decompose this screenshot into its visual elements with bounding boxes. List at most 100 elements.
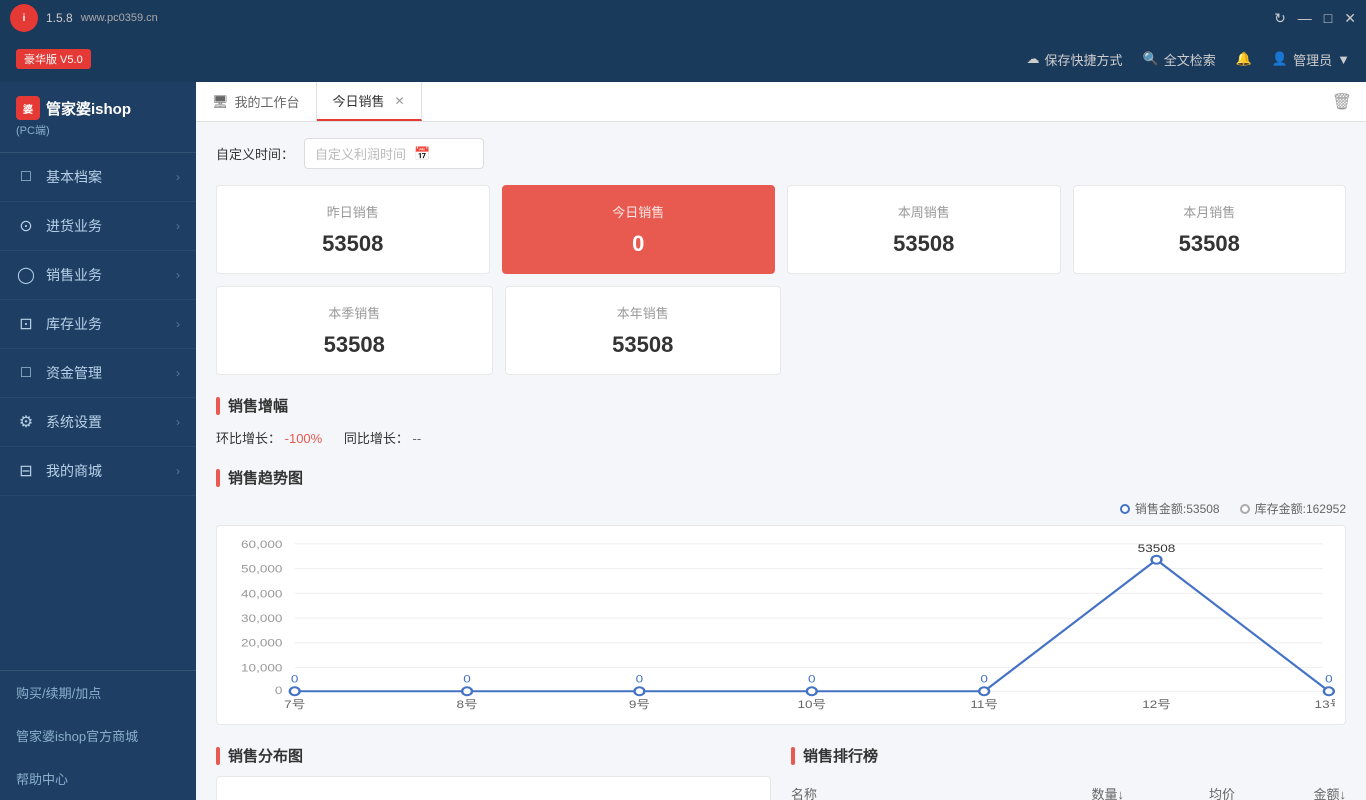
cloud-icon: ☁ <box>1027 51 1040 67</box>
svg-text:0: 0 <box>808 673 816 685</box>
stat-card-today[interactable]: 今日销售 0 <box>502 185 776 274</box>
svg-text:10,000: 10,000 <box>241 662 283 674</box>
chevron-right-icon: › <box>176 464 180 478</box>
svg-text:0: 0 <box>1325 673 1333 685</box>
mom-value: -100% <box>285 431 323 446</box>
stat-card-year[interactable]: 本年销售 53508 <box>505 286 782 375</box>
ranking-section: 销售排行榜 名称 数量↓ 均价 金额↓ <box>791 745 1346 800</box>
legend-inventory: 库存金额:162952 <box>1240 500 1346 517</box>
brand-icon: 婆 <box>16 96 40 120</box>
chevron-right-icon: › <box>176 219 180 233</box>
growth-text: 环比增长： -100% 同比增长： -- <box>216 428 1346 447</box>
app-version: 1.5.8 <box>46 11 73 25</box>
finance-icon: □ <box>16 364 36 382</box>
sidebar-item-import[interactable]: ⊙ 进货业务 › <box>0 202 196 251</box>
legend-sales: 销售金额:53508 <box>1120 500 1220 517</box>
tab-bar: 🖥 我的工作台 今日销售 ✕ 🗑 <box>196 82 1366 122</box>
svg-text:12号: 12号 <box>1142 698 1171 710</box>
user-menu[interactable]: 👤 管理员 ▼ <box>1272 50 1350 69</box>
svg-text:0: 0 <box>636 673 644 685</box>
notification-button[interactable]: 🔔 <box>1236 51 1252 67</box>
svg-text:30,000: 30,000 <box>241 612 283 624</box>
section-bar-icon <box>791 747 795 765</box>
chart-section: 销售趋势图 销售金额:53508 库存金额:162952 60,00 <box>216 467 1346 725</box>
monitor-icon: 🖥 <box>212 94 229 110</box>
svg-text:0: 0 <box>291 673 299 685</box>
svg-text:8号: 8号 <box>457 698 478 710</box>
chevron-right-icon: › <box>176 268 180 282</box>
trend-chart: 60,000 50,000 40,000 30,000 20,000 10,00… <box>216 525 1346 725</box>
import-icon: ⊙ <box>16 216 36 236</box>
sidebar-item-basic[interactable]: □ 基本档案 › <box>0 153 196 202</box>
stats-row2: 本季销售 53508 本年销售 53508 <box>216 286 1346 375</box>
header-bar: 豪华版 V5.0 ☁ 保存快捷方式 🔍 全文检索 🔔 👤 管理员 ▼ <box>0 36 1366 82</box>
section-bar-icon <box>216 469 220 487</box>
sidebar-item-inventory[interactable]: ⊡ 库存业务 › <box>0 300 196 349</box>
minimize-button[interactable]: — <box>1298 10 1312 27</box>
shop-icon: ⊟ <box>16 461 36 481</box>
dist-title: 销售分布图 <box>216 745 771 766</box>
chevron-right-icon: › <box>176 317 180 331</box>
chart-svg: 60,000 50,000 40,000 30,000 20,000 10,00… <box>227 536 1335 714</box>
fulltext-search-button[interactable]: 🔍 全文检索 <box>1143 50 1216 69</box>
sidebar-bottom: 购买/续期/加点 管家婆ishop官方商城 帮助中心 <box>0 670 196 800</box>
tab-workspace[interactable]: 🖥 我的工作台 <box>196 82 317 121</box>
chevron-down-icon: ▼ <box>1337 52 1350 67</box>
stat-card-week[interactable]: 本周销售 53508 <box>787 185 1061 274</box>
content-area: 🖥 我的工作台 今日销售 ✕ 🗑 自定义时间： 自定义利润时间 📅 <box>196 82 1366 800</box>
stats-grid: 昨日销售 53508 今日销售 0 本周销售 53508 本月销售 53508 <box>216 185 1346 274</box>
stat-card-month[interactable]: 本月销售 53508 <box>1073 185 1347 274</box>
inventory-icon: ⊡ <box>16 314 36 334</box>
sidebar-item-shop[interactable]: ⊟ 我的商城 › <box>0 447 196 496</box>
svg-text:11号: 11号 <box>970 698 998 710</box>
page-content: 自定义时间： 自定义利润时间 📅 昨日销售 53508 今日销售 0 本周销售 <box>196 122 1366 800</box>
bottom-grid: 销售分布图 销售排行榜 名称 数量↓ 均价 金额↓ <box>216 745 1346 800</box>
version-badge: 豪华版 V5.0 <box>16 49 91 69</box>
tab-today-sales[interactable]: 今日销售 ✕ <box>317 82 422 121</box>
dist-chart-placeholder <box>216 776 771 800</box>
svg-text:50,000: 50,000 <box>241 563 283 575</box>
sidebar-brand: 婆 管家婆ishop (PC端) <box>0 82 196 153</box>
sales-icon: ◯ <box>16 265 36 285</box>
search-icon: 🔍 <box>1143 51 1159 67</box>
growth-section: 销售增幅 环比增长： -100% 同比增长： -- <box>216 395 1346 447</box>
svg-text:0: 0 <box>980 673 988 685</box>
legend-dot-blue <box>1120 504 1130 514</box>
svg-text:60,000: 60,000 <box>241 538 283 550</box>
stat-placeholder <box>793 286 1346 375</box>
sidebar-purchase-button[interactable]: 购买/续期/加点 <box>0 671 196 714</box>
svg-text:9号: 9号 <box>629 698 650 710</box>
sidebar-item-sales[interactable]: ◯ 销售业务 › <box>0 251 196 300</box>
svg-text:7号: 7号 <box>284 698 305 710</box>
app-logo: i <box>10 4 38 32</box>
tab-close-button[interactable]: ✕ <box>395 94 405 108</box>
maximize-button[interactable]: □ <box>1324 10 1332 27</box>
sidebar-item-settings[interactable]: ⚙ 系统设置 › <box>0 398 196 447</box>
svg-text:0: 0 <box>275 684 283 696</box>
custom-time-input[interactable]: 自定义利润时间 📅 <box>304 138 484 169</box>
calendar-icon: 📅 <box>414 146 430 162</box>
sidebar-item-finance[interactable]: □ 资金管理 › <box>0 349 196 398</box>
brand-title: 婆 管家婆ishop <box>16 96 180 120</box>
titlebar: i 1.5.8 www.pc0359.cn ↻ — □ ✕ <box>0 0 1366 36</box>
header-actions: ☁ 保存快捷方式 🔍 全文检索 🔔 👤 管理员 ▼ <box>1027 50 1350 69</box>
legend-dot-gray <box>1240 504 1250 514</box>
main-layout: 婆 管家婆ishop (PC端) □ 基本档案 › ⊙ 进货业务 › ◯ 销售业… <box>0 82 1366 800</box>
window-controls: ↻ — □ ✕ <box>1274 10 1356 27</box>
delete-tab-button[interactable]: 🗑 <box>1318 92 1366 112</box>
svg-text:40,000: 40,000 <box>241 588 283 600</box>
refresh-button[interactable]: ↻ <box>1274 10 1286 27</box>
header-qty: 数量↓ <box>1013 784 1124 800</box>
time-placeholder: 自定义利润时间 <box>315 144 406 163</box>
svg-text:10号: 10号 <box>797 698 826 710</box>
stat-card-yesterday[interactable]: 昨日销售 53508 <box>216 185 490 274</box>
close-button[interactable]: ✕ <box>1344 10 1356 27</box>
custom-time-row: 自定义时间： 自定义利润时间 📅 <box>216 138 1346 169</box>
save-shortcut-button[interactable]: ☁ 保存快捷方式 <box>1027 50 1123 69</box>
growth-title: 销售增幅 <box>216 395 1346 416</box>
svg-text:20,000: 20,000 <box>241 637 283 649</box>
sidebar-official-shop-button[interactable]: 管家婆ishop官方商城 <box>0 714 196 757</box>
stat-card-season[interactable]: 本季销售 53508 <box>216 286 493 375</box>
sidebar-help-button[interactable]: 帮助中心 <box>0 757 196 800</box>
chart-legend: 销售金额:53508 库存金额:162952 <box>216 500 1346 517</box>
